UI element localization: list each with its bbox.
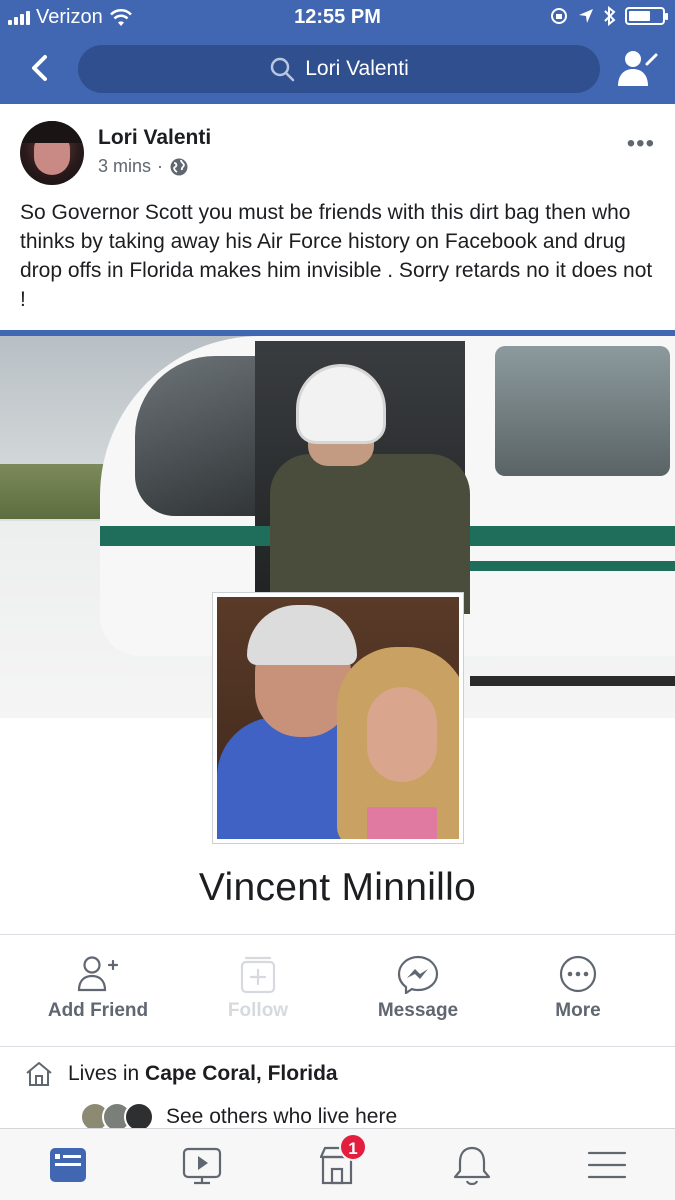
helicopter-window [495, 346, 670, 476]
message-label: Message [377, 1000, 459, 1021]
tab-watch[interactable] [178, 1143, 226, 1187]
pilot-body [270, 454, 470, 614]
hamburger-menu-icon [587, 1151, 627, 1179]
profile-name[interactable]: Vincent Minnillo [0, 866, 675, 910]
bluetooth-icon [604, 6, 616, 26]
woman-top [367, 807, 437, 839]
pilot-helmet [296, 364, 386, 444]
status-bar: Verizon 12:55 PM [0, 0, 675, 36]
man-hair [247, 605, 357, 665]
lives-prefix: Lives in [68, 1062, 140, 1085]
watch-video-icon [182, 1147, 222, 1185]
app-header: Verizon 12:55 PM Lori Valenti [0, 0, 675, 104]
message-button[interactable]: Message [348, 954, 488, 1022]
add-friend-button[interactable]: Add Friend [28, 954, 168, 1022]
tab-marketplace[interactable]: 1 [313, 1133, 367, 1187]
battery-icon [625, 7, 668, 25]
follow-label: Follow [227, 1000, 289, 1021]
profile-picture[interactable] [212, 592, 464, 844]
post-header: Lori Valenti 3 mins · ••• [0, 104, 675, 194]
author-avatar[interactable] [20, 121, 84, 185]
see-others-label: See others who live here [166, 1105, 398, 1128]
messenger-icon [397, 955, 439, 994]
post-author-name[interactable]: Lori Valenti [98, 126, 211, 150]
marketplace-badge: 1 [339, 1133, 367, 1161]
post-timestamp[interactable]: 3 mins [98, 156, 151, 177]
follow-icon [240, 956, 276, 994]
news-feed-icon [50, 1148, 86, 1182]
tab-menu[interactable] [583, 1143, 631, 1187]
search-bar[interactable]: Lori Valenti [78, 45, 600, 93]
location-arrow-icon [579, 9, 593, 23]
tab-news-feed[interactable] [44, 1143, 92, 1187]
tab-notifications[interactable] [448, 1143, 496, 1187]
meta-separator: · [157, 156, 164, 176]
more-icon [559, 955, 597, 993]
search-icon [270, 57, 295, 82]
more-button[interactable]: More [508, 954, 648, 1022]
bottom-tab-bar: 1 [0, 1128, 675, 1200]
globe-icon [170, 158, 188, 175]
post-text: So Governor Scott you must be friends wi… [20, 201, 653, 311]
back-chevron-icon[interactable] [22, 50, 58, 86]
helicopter-skid [470, 676, 675, 686]
divider-top [0, 934, 675, 935]
more-label: More [555, 1000, 601, 1021]
add-friend-label: Add Friend [47, 1000, 149, 1021]
battery-level [629, 11, 651, 21]
home-icon [26, 1062, 52, 1086]
profile-edit-icon[interactable] [615, 46, 659, 90]
lives-in-section: Lives in Cape Coral, Florida See others … [0, 1052, 675, 1132]
post-meta: 3 mins · [98, 156, 189, 177]
follow-button[interactable]: Follow [188, 954, 328, 1022]
rotation-lock-icon [551, 8, 567, 24]
add-friend-icon [77, 956, 119, 992]
divider-bottom [0, 1046, 675, 1047]
search-query: Lori Valenti [305, 57, 409, 80]
bell-icon [453, 1146, 491, 1186]
profile-actions: Add Friend Follow Message More [0, 944, 675, 1044]
navigation-bar: Lori Valenti [0, 44, 675, 94]
woman-face [367, 687, 437, 782]
lives-place[interactable]: Cape Coral, Florida [145, 1062, 338, 1085]
helicopter-stripe-lower [460, 561, 675, 571]
post-options-icon[interactable]: ••• [627, 130, 655, 158]
